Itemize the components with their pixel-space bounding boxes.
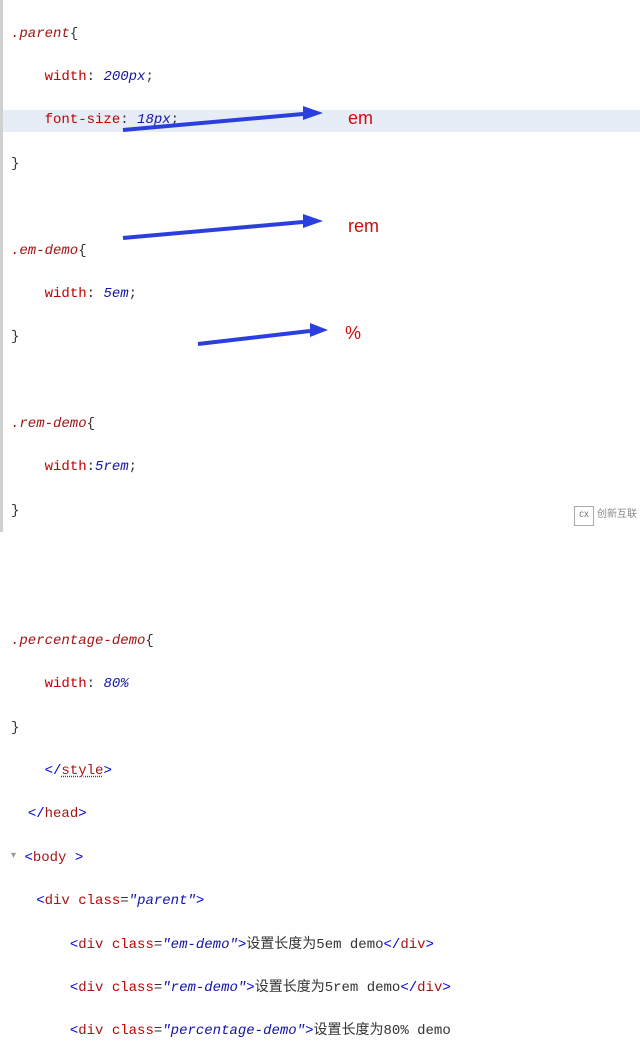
code-line: </head> (11, 804, 640, 826)
code-line: </style> (11, 761, 640, 783)
annotation-percent: % (345, 320, 361, 348)
code-line: <div class="rem-demo">设置长度为5rem demo</di… (11, 978, 640, 1000)
code-line: } (11, 327, 640, 349)
watermark: CX 创新互联 (570, 504, 640, 528)
code-line: ▾ <body > (11, 848, 640, 870)
code-line-highlighted: font-size: 18px; (3, 110, 640, 132)
code-block: .parent{ width: 200px; font-size: 18px; … (3, 0, 640, 1064)
annotation-rem: rem (348, 213, 379, 241)
code-line: <div class="parent"> (11, 891, 640, 913)
code-line: } (11, 718, 640, 740)
code-line (11, 197, 640, 219)
code-line: width: 5em; (11, 284, 640, 306)
code-line: .rem-demo{ (11, 414, 640, 436)
code-line: .parent{ (11, 24, 640, 46)
annotation-em: em (348, 105, 373, 133)
css-selector: .rem-demo (11, 416, 87, 432)
code-line (11, 588, 640, 610)
code-line: width: 200px; (11, 67, 640, 89)
code-line: <div class="percentage-demo">设置长度为80% de… (11, 1021, 640, 1043)
code-line: } (11, 501, 640, 523)
css-selector: .em-demo (11, 243, 78, 259)
code-line: } (11, 154, 640, 176)
code-line (11, 371, 640, 393)
watermark-logo-icon: CX (574, 506, 594, 526)
code-line: .percentage-demo{ (11, 631, 640, 653)
css-selector: .percentage-demo (11, 633, 145, 649)
code-line (11, 544, 640, 566)
css-selector: .parent (11, 26, 70, 42)
code-line: .em-demo{ (11, 241, 640, 263)
fold-toggle-icon[interactable]: ▾ (11, 849, 16, 865)
code-line: <div class="em-demo">设置长度为5em demo</div> (11, 935, 640, 957)
watermark-text: 创新互联 (597, 508, 637, 524)
code-line: width: 80% (11, 674, 640, 696)
code-line: width:5rem; (11, 457, 640, 479)
